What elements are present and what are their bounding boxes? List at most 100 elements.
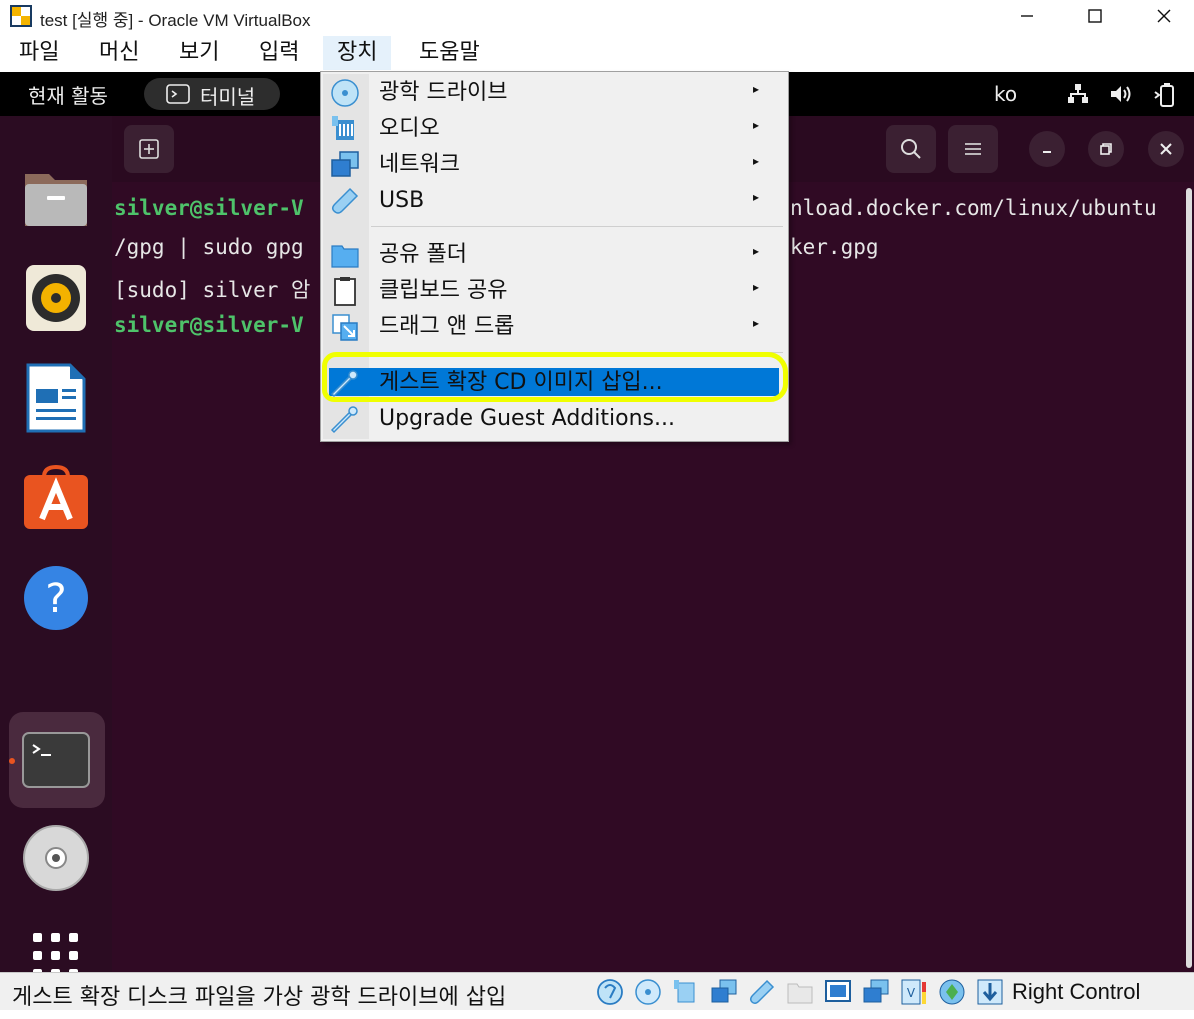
minimize-icon xyxy=(1021,15,1033,17)
dock-disc[interactable] xyxy=(16,818,96,898)
menu-file[interactable]: 파일 xyxy=(5,36,73,70)
menu-item-upgrade-guest-additions[interactable]: Upgrade Guest Additions... xyxy=(323,402,786,436)
cpu-status-icon[interactable]: V xyxy=(900,978,928,1006)
submenu-arrow-icon: ▸ xyxy=(753,316,760,330)
activities-button[interactable]: 현재 활동 xyxy=(28,80,108,109)
virtualbox-app-icon xyxy=(10,5,32,27)
window-bottom-edge xyxy=(0,1010,1194,1019)
terminal-output: [sudo] silver 암 xyxy=(114,278,311,302)
display-status-icon[interactable] xyxy=(824,978,852,1006)
dock-help[interactable]: ? xyxy=(16,558,96,638)
optical-drive-status-icon[interactable] xyxy=(634,978,662,1006)
usb-status-icon[interactable] xyxy=(748,978,776,1006)
shared-folder-status-icon[interactable] xyxy=(786,978,814,1006)
network-status-icon[interactable] xyxy=(710,978,738,1006)
menu-item-shared-folders[interactable]: 공유 폴더 ▸ xyxy=(323,238,786,272)
menu-item-label: 드래그 앤 드롭 xyxy=(379,314,515,339)
menu-help[interactable]: 도움말 xyxy=(405,36,494,70)
menu-item-clipboard[interactable]: 클립보드 공유 ▸ xyxy=(323,274,786,308)
menu-item-label: 네트워크 xyxy=(379,152,460,177)
hamburger-icon xyxy=(965,143,981,155)
music-player-icon xyxy=(26,265,86,331)
maximize-button[interactable] xyxy=(1072,0,1118,32)
volume-icon[interactable] xyxy=(1108,82,1134,106)
menu-item-audio[interactable]: 오디오 ▸ xyxy=(323,112,786,146)
menu-item-optical-drives[interactable]: 광학 드라이브 ▸ xyxy=(323,76,786,110)
close-icon xyxy=(1160,143,1172,155)
keyboard-capture-icon[interactable] xyxy=(976,978,1004,1006)
search-button[interactable] xyxy=(886,125,936,173)
menu-input[interactable]: 입력 xyxy=(245,36,313,70)
terminal-output: nload.docker.com/linux/ubuntu xyxy=(790,196,1157,220)
network-icon xyxy=(331,151,359,177)
help-icon: ? xyxy=(24,566,88,630)
battery-icon[interactable] xyxy=(1152,82,1178,108)
drag-drop-icon xyxy=(332,314,358,341)
terminal-output: ker.gpg xyxy=(790,235,879,259)
running-indicator xyxy=(9,758,15,764)
submenu-arrow-icon: ▸ xyxy=(753,154,760,168)
terminal-scrollbar[interactable] xyxy=(1186,188,1192,968)
new-tab-icon xyxy=(139,139,159,159)
recording-status-icon[interactable] xyxy=(862,978,890,1006)
menu-devices[interactable]: 장치 xyxy=(323,36,392,70)
window-titlebar: test [실행 중] - Oracle VM VirtualBox xyxy=(0,0,1194,32)
audio-status-icon[interactable] xyxy=(672,978,700,1006)
shared-folder-icon xyxy=(331,245,359,268)
optical-disc-icon xyxy=(23,825,89,891)
menu-view[interactable]: 보기 xyxy=(165,36,233,70)
menu-machine[interactable]: 머신 xyxy=(85,36,153,70)
terminal-prompt: silver@silver-V xyxy=(114,196,304,220)
document-writer-icon xyxy=(26,363,86,433)
dock-rhythmbox[interactable] xyxy=(16,258,96,338)
input-language-indicator[interactable]: ko xyxy=(994,82,1017,106)
dock-app-center[interactable] xyxy=(16,458,96,538)
network-wired-icon[interactable] xyxy=(1066,82,1090,106)
dock-files[interactable] xyxy=(16,158,96,238)
dock-terminal[interactable] xyxy=(16,720,96,800)
app-menu-terminal[interactable]: 터미널 xyxy=(144,78,280,110)
menu-item-label: 광학 드라이브 xyxy=(379,80,508,105)
app-menu-label: 터미널 xyxy=(200,85,256,109)
menu-item-network[interactable]: 네트워크 ▸ xyxy=(323,148,786,182)
close-button[interactable] xyxy=(1141,0,1187,32)
ubuntu-dock: ? xyxy=(0,116,112,972)
terminal-app-icon xyxy=(22,732,90,788)
files-icon xyxy=(25,174,87,226)
terminal-icon xyxy=(166,84,190,104)
menu-item-label: 오디오 xyxy=(379,116,440,141)
minimize-icon xyxy=(1043,151,1051,153)
hamburger-menu-button[interactable] xyxy=(948,125,998,173)
menu-item-label: 공유 폴더 xyxy=(379,242,467,267)
menubar: 파일 머신 보기 입력 장치 도움말 xyxy=(0,32,1194,72)
search-icon xyxy=(901,139,921,159)
clipboard-icon xyxy=(334,277,356,306)
submenu-arrow-icon: ▸ xyxy=(753,244,760,258)
highlighter-annotation xyxy=(322,352,788,402)
mouse-integration-icon[interactable] xyxy=(938,978,966,1006)
terminal-prompt: silver@silver-V xyxy=(114,313,304,337)
close-icon xyxy=(1157,9,1171,23)
terminal-close-button[interactable] xyxy=(1148,131,1184,167)
window-title: test [실행 중] - Oracle VM VirtualBox xyxy=(40,11,311,30)
usb-icon xyxy=(331,187,359,214)
host-key-label: Right Control xyxy=(1012,979,1141,1004)
dock-writer[interactable] xyxy=(16,358,96,438)
terminal-restore-button[interactable] xyxy=(1088,131,1124,167)
dock-show-apps[interactable] xyxy=(16,916,96,972)
svg-text:V: V xyxy=(907,986,916,1000)
menu-item-label: Upgrade Guest Additions... xyxy=(379,406,675,431)
minimize-button[interactable] xyxy=(1004,0,1050,32)
menu-item-usb[interactable]: USB ▸ xyxy=(323,184,786,218)
new-tab-button[interactable] xyxy=(124,125,174,173)
terminal-minimize-button[interactable] xyxy=(1029,131,1065,167)
submenu-arrow-icon: ▸ xyxy=(753,280,760,294)
submenu-arrow-icon: ▸ xyxy=(753,190,760,204)
app-center-icon xyxy=(24,465,88,529)
status-message: 게스트 확장 디스크 파일을 가상 광학 드라이브에 삽입 xyxy=(12,985,507,1010)
menu-item-label: USB xyxy=(379,188,425,213)
menu-item-drag-drop[interactable]: 드래그 앤 드롭 ▸ xyxy=(323,310,786,344)
hard-disk-icon[interactable] xyxy=(596,978,624,1006)
menu-item-label: 클립보드 공유 xyxy=(379,278,508,303)
terminal-output: /gpg | sudo gpg xyxy=(114,235,304,259)
